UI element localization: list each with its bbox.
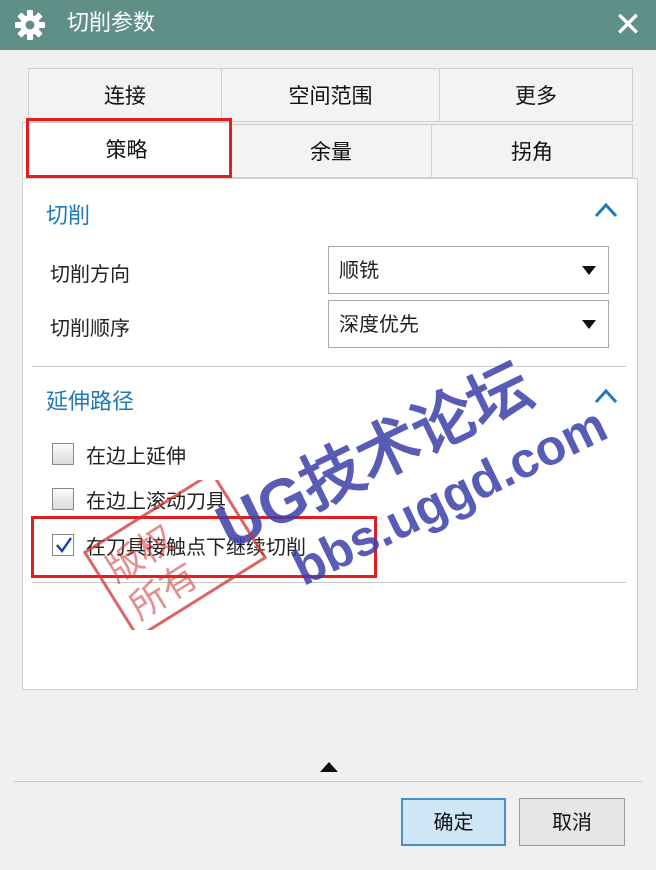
cut-direction-label: 切削方向: [50, 262, 130, 286]
close-icon[interactable]: ✕: [606, 4, 650, 46]
window-title: 切削参数: [67, 11, 156, 36]
roll-tool-over-edges-checkbox[interactable]: [52, 488, 74, 510]
tab-spatial-range[interactable]: 空间范围: [221, 68, 440, 122]
section-title-extend-path[interactable]: 延伸路径: [46, 384, 134, 416]
gear-icon: [15, 10, 45, 40]
roll-tool-over-edges-label[interactable]: 在边上滚动刀具: [86, 485, 226, 514]
title-bar: 切削参数 ✕: [0, 0, 656, 50]
cut-direction-value: 顺铣: [339, 258, 379, 282]
cut-direction-select[interactable]: 顺铣: [328, 246, 609, 294]
collapse-arrow-icon[interactable]: [320, 762, 338, 772]
extend-at-edges-checkbox[interactable]: [52, 443, 74, 465]
highlight-box-tab: [26, 118, 232, 178]
section-divider: [32, 582, 626, 583]
ok-button[interactable]: 确定: [401, 798, 506, 846]
dropdown-arrow-icon: [582, 320, 596, 329]
cut-order-label: 切削顺序: [50, 316, 130, 340]
tab-more[interactable]: 更多: [439, 68, 633, 122]
dropdown-arrow-icon: [582, 266, 596, 275]
chevron-up-icon[interactable]: [593, 201, 619, 219]
highlight-box-option: [31, 516, 377, 578]
chevron-up-icon[interactable]: [593, 387, 619, 405]
tab-stock[interactable]: 余量: [230, 124, 432, 178]
footer-divider: [14, 781, 642, 782]
tab-strategy[interactable]: 拐角: [431, 124, 633, 178]
section-title-cutting[interactable]: 切削: [46, 198, 90, 230]
cut-order-select[interactable]: 深度优先: [328, 300, 609, 348]
extend-at-edges-label[interactable]: 在边上延伸: [86, 440, 186, 469]
section-divider: [32, 366, 626, 367]
cancel-button[interactable]: 取消: [519, 798, 625, 846]
tab-connection[interactable]: 连接: [28, 68, 222, 122]
cut-order-value: 深度优先: [339, 312, 419, 336]
